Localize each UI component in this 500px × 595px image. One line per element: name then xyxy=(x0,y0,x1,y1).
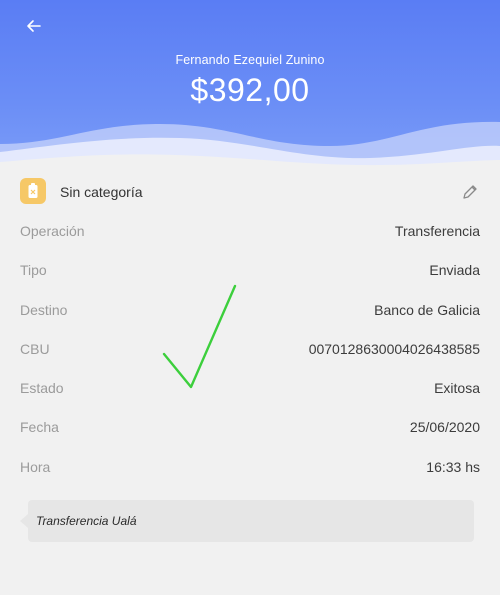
detail-label: Fecha xyxy=(20,419,59,435)
header-wave-decoration xyxy=(0,121,500,172)
detail-label: Destino xyxy=(20,302,68,318)
detail-label: Estado xyxy=(20,380,64,396)
back-button[interactable] xyxy=(22,14,46,38)
detail-row-fecha: Fecha 25/06/2020 xyxy=(0,415,500,439)
note-bubble-tail xyxy=(20,514,28,528)
transfer-note-text: Transferencia Ualá xyxy=(36,514,137,528)
detail-value: Banco de Galicia xyxy=(374,302,480,318)
detail-row-hora: Hora 16:33 hs xyxy=(0,455,500,479)
detail-value: 16:33 hs xyxy=(426,459,480,475)
category-label: Sin categoría xyxy=(60,184,143,200)
pencil-icon xyxy=(463,185,477,199)
detail-row-destino: Destino Banco de Galicia xyxy=(0,298,500,322)
detail-value: Enviada xyxy=(429,262,480,278)
detail-row-operacion: Operación Transferencia xyxy=(0,219,500,243)
detail-value: 0070128630004026438585 xyxy=(308,341,480,357)
edit-category-button[interactable] xyxy=(460,182,480,202)
detail-label: CBU xyxy=(20,341,50,357)
back-arrow-icon xyxy=(27,20,41,32)
detail-label: Operación xyxy=(20,223,85,239)
detail-label: Hora xyxy=(20,459,51,475)
payee-name: Fernando Ezequiel Zunino xyxy=(175,53,325,67)
detail-label: Tipo xyxy=(20,262,47,278)
tag-icon xyxy=(20,178,46,204)
transaction-header: Fernando Ezequiel Zunino $392,00 xyxy=(0,0,500,172)
category-row[interactable]: Sin categoría xyxy=(0,172,500,212)
detail-row-cbu: CBU 0070128630004026438585 xyxy=(0,337,500,361)
detail-value: Transferencia xyxy=(394,223,480,239)
detail-value: 25/06/2020 xyxy=(409,419,480,435)
detail-row-tipo: Tipo Enviada xyxy=(0,258,500,282)
detail-row-estado: Estado Exitosa xyxy=(0,376,500,400)
transaction-amount: $392,00 xyxy=(190,72,310,108)
detail-value: Exitosa xyxy=(434,380,480,396)
